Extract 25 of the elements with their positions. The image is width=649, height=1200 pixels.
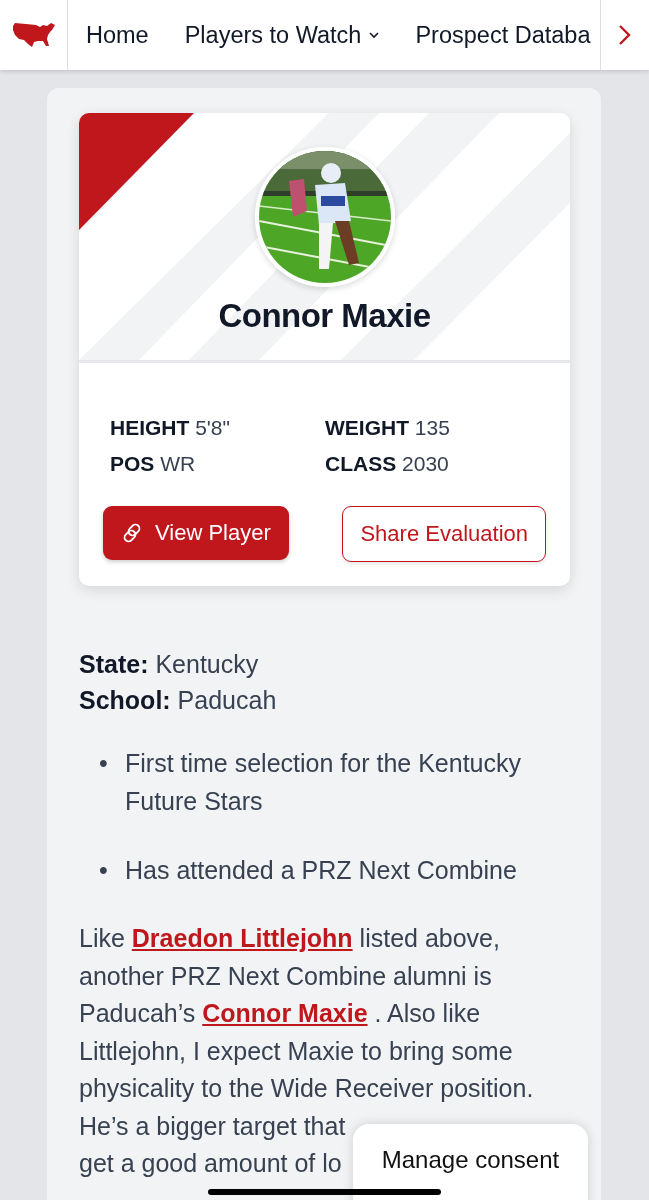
bullet-marker: • <box>99 748 109 779</box>
player-link[interactable]: Draedon Littlejohn <box>131 924 353 952</box>
bullet-item: First time selection for the Kentucky Future Stars <box>125 748 522 817</box>
chevron-right-icon[interactable] <box>618 24 632 46</box>
nav-link[interactable]: Home <box>86 21 149 49</box>
bullet-marker: • <box>99 855 109 886</box>
manage-consent-button[interactable]: Manage consent <box>353 1124 588 1200</box>
player-stat: WEIGHT 135 <box>325 416 451 440</box>
player-stat: POS WR <box>110 452 197 476</box>
map-icon[interactable] <box>11 22 56 48</box>
player-name: Connor Maxie <box>218 297 431 335</box>
caret-icon <box>369 31 380 39</box>
detail-line: School: Paducah <box>79 685 278 716</box>
player-stat: HEIGHT 5'8" <box>110 416 231 440</box>
player-link[interactable]: Connor Maxie <box>202 999 368 1027</box>
detail-line: State: Kentucky <box>79 649 260 680</box>
bullet-item: Has attended a PRZ Next Combine <box>125 855 517 886</box>
nav-link[interactable]: Players to Watch <box>184 21 380 49</box>
share-evaluation-button[interactable]: Share Evaluation <box>342 506 546 562</box>
paragraph-fragment: He’s a bigger target that get a good amount of lo <box>79 1110 346 1179</box>
nav-link[interactable]: Prospect Databa <box>415 21 591 49</box>
player-stat: CLASS 2030 <box>325 452 450 476</box>
view-player-button[interactable]: View Player <box>103 506 289 560</box>
article-paragraph: Like Draedon Littlejohn listed above, another PRZ Next Combine alumni is Paducah’s Connor Maxie . Also like Littlejohn, I expect Maxie to bring some physicality to the Wide Receiver position. <box>79 923 534 1104</box>
link-icon <box>121 522 143 544</box>
